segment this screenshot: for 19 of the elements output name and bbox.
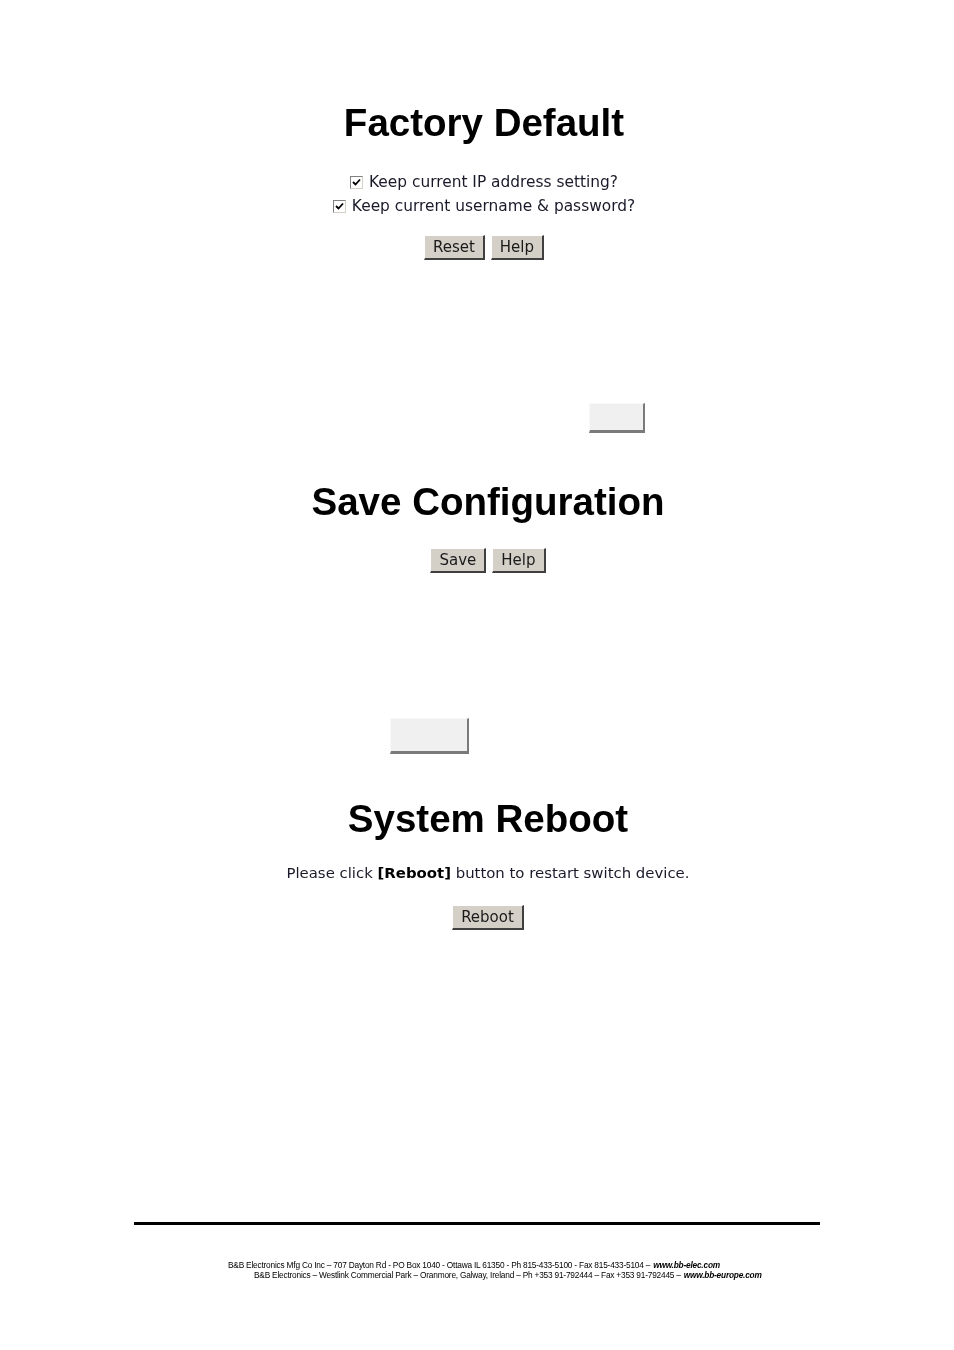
checkbox[interactable]: [350, 175, 364, 189]
section-title: Factory Default: [343, 101, 625, 145]
action-button[interactable]: Reboot: [452, 905, 524, 930]
website-link[interactable]: www.bb-elec.com: [653, 1260, 720, 1270]
website-link[interactable]: www.bb-europe.com: [683, 1270, 762, 1280]
instruction-text: Please click [Reboot] button to restart switch device.: [286, 863, 690, 883]
section-title: Save Configuration: [311, 480, 665, 524]
checkbox-label: Keep current username & password?: [351, 197, 636, 215]
blank-button[interactable]: [589, 403, 645, 433]
section-title: System Reboot: [347, 797, 629, 841]
footer-address: B&B Electronics – Westlink Commercial Park – Oranmore, Galway, Ireland – Ph +353 91-792444 – Fax +353 91-792445 – www.bb-europe.com: [253, 1270, 762, 1280]
action-button[interactable]: Save: [430, 548, 487, 573]
action-button[interactable]: Help: [492, 548, 546, 573]
footer-address: B&B Electronics Mfg Co Inc – 707 Dayton Rd - PO Box 1040 - Ottawa IL 61350 - Ph 815-433-5100 - Fax 815-433-5104 – www.bb-elec.com: [227, 1260, 721, 1270]
checkbox[interactable]: [332, 199, 346, 213]
checkbox-label: Keep current IP address setting?: [369, 173, 618, 191]
action-button[interactable]: Help: [490, 235, 545, 260]
action-button[interactable]: Reset: [423, 235, 485, 260]
blank-button[interactable]: [390, 718, 469, 754]
